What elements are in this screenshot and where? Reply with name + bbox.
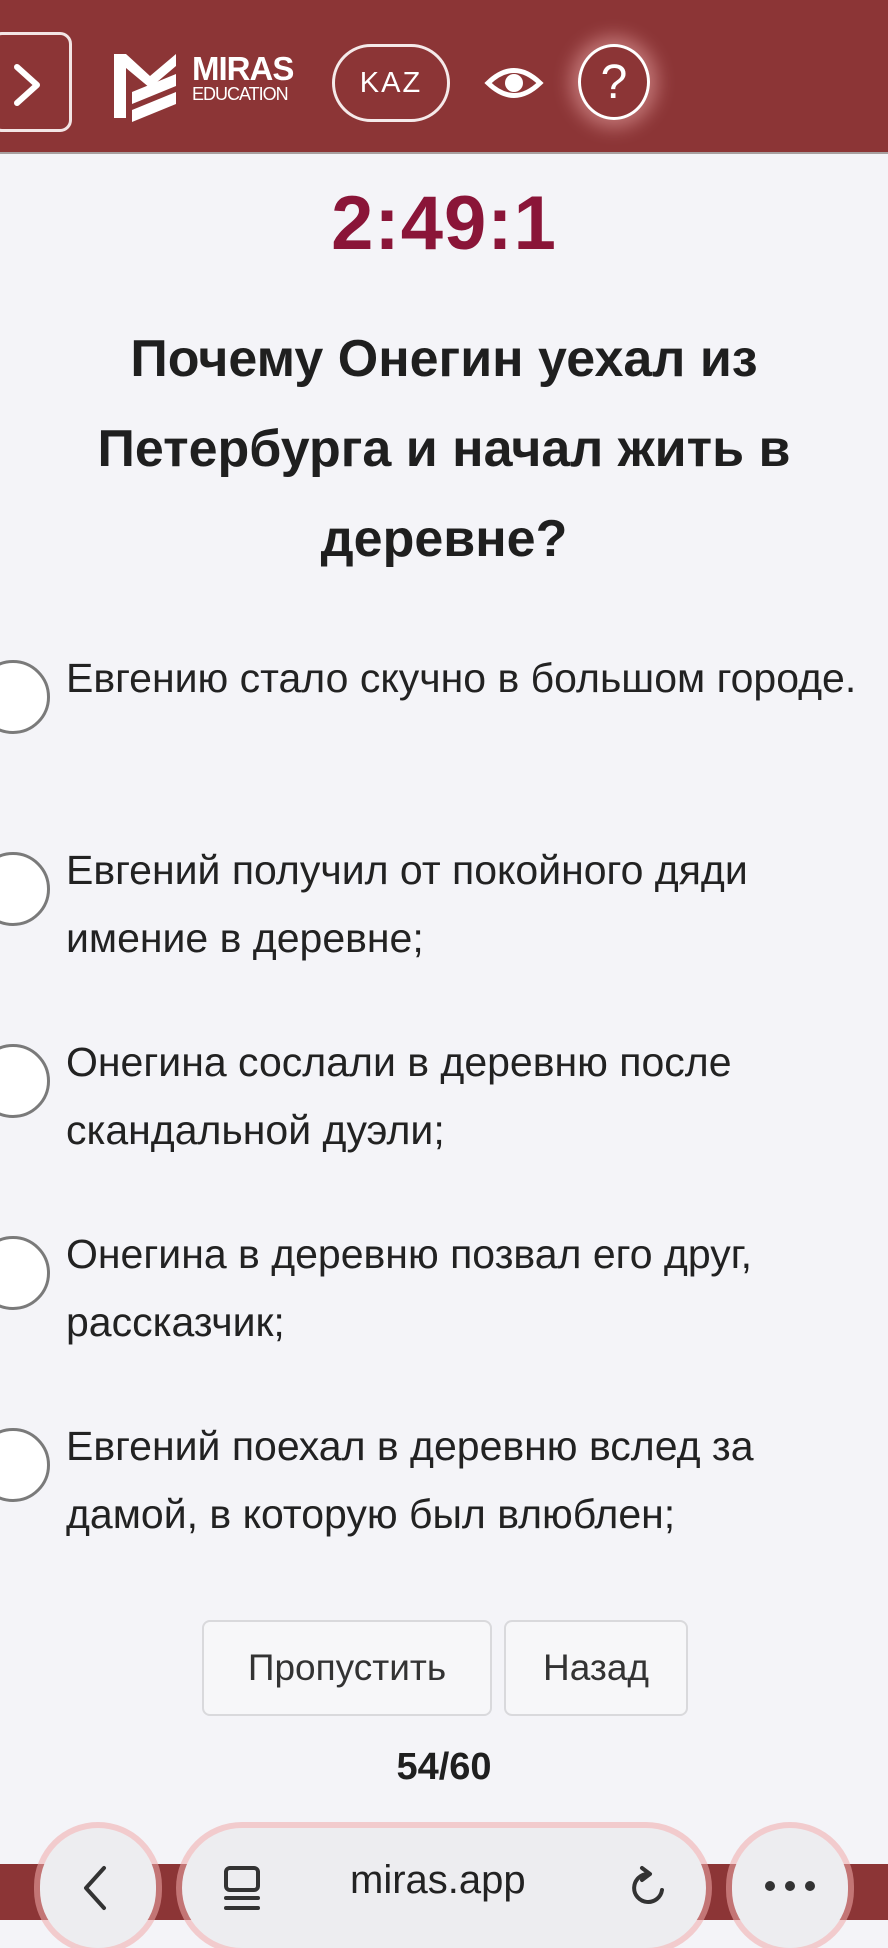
radio-button[interactable] <box>0 660 50 734</box>
miras-logo: MIRAS EDUCATION <box>110 46 300 122</box>
radio-button[interactable] <box>0 852 50 926</box>
back-button[interactable]: Назад <box>504 1620 688 1716</box>
miras-logo-mark <box>114 54 176 122</box>
chevron-left-icon <box>84 1866 106 1910</box>
browser-back-button[interactable] <box>40 1828 156 1948</box>
language-switch-button[interactable]: KAZ <box>332 44 450 122</box>
logo-subtitle: EDUCATION <box>192 84 289 104</box>
reader-icon <box>224 1866 260 1910</box>
countdown-timer: 2:49:1 <box>331 181 557 266</box>
more-icon <box>765 1881 815 1891</box>
radio-button[interactable] <box>0 1044 50 1118</box>
menu-toggle-button[interactable] <box>0 32 72 132</box>
answer-option-text: Онегина сослали в деревню после скандаль… <box>66 1039 732 1153</box>
reload-icon[interactable] <box>624 1864 672 1912</box>
browser-more-button[interactable] <box>732 1828 848 1948</box>
answer-option[interactable]: Евгений поехал в деревню вслед за дамой,… <box>0 1412 888 1572</box>
eye-icon <box>484 68 544 98</box>
answer-option[interactable]: Онегина в деревню позвал его друг, расск… <box>0 1220 888 1380</box>
radio-button[interactable] <box>0 1428 50 1502</box>
question-counter: 54/60 <box>396 1746 492 1788</box>
answer-option[interactable]: Онегина сослали в деревню после скандаль… <box>0 1028 888 1188</box>
answer-option-text: Онегина в деревню позвал его друг, расск… <box>66 1231 753 1345</box>
logo-title: MIRAS <box>192 50 294 87</box>
answer-option[interactable]: Евгений получил от покойного дяди имение… <box>0 836 888 996</box>
answer-option[interactable]: Евгению стало скучно в большом городе. <box>0 644 888 804</box>
question-text: Почему Онегин уехал из Петербурга и нача… <box>97 330 791 568</box>
skip-button[interactable]: Пропустить <box>202 1620 492 1716</box>
answer-option-text: Евгению стало скучно в большом городе. <box>66 655 857 701</box>
accessibility-button[interactable] <box>484 58 544 108</box>
radio-button[interactable] <box>0 1236 50 1310</box>
app-header: MIRAS EDUCATION KAZ ? <box>0 0 888 154</box>
answer-option-text: Евгений получил от покойного дяди имение… <box>66 847 748 961</box>
answer-option-text: Евгений поехал в деревню вслед за дамой,… <box>66 1423 754 1537</box>
help-button[interactable]: ? <box>578 44 650 120</box>
url-text: miras.app <box>350 1858 526 1902</box>
question-icon: ? <box>600 55 628 109</box>
address-bar[interactable]: miras.app <box>182 1828 706 1948</box>
chevron-right-icon <box>14 64 40 106</box>
